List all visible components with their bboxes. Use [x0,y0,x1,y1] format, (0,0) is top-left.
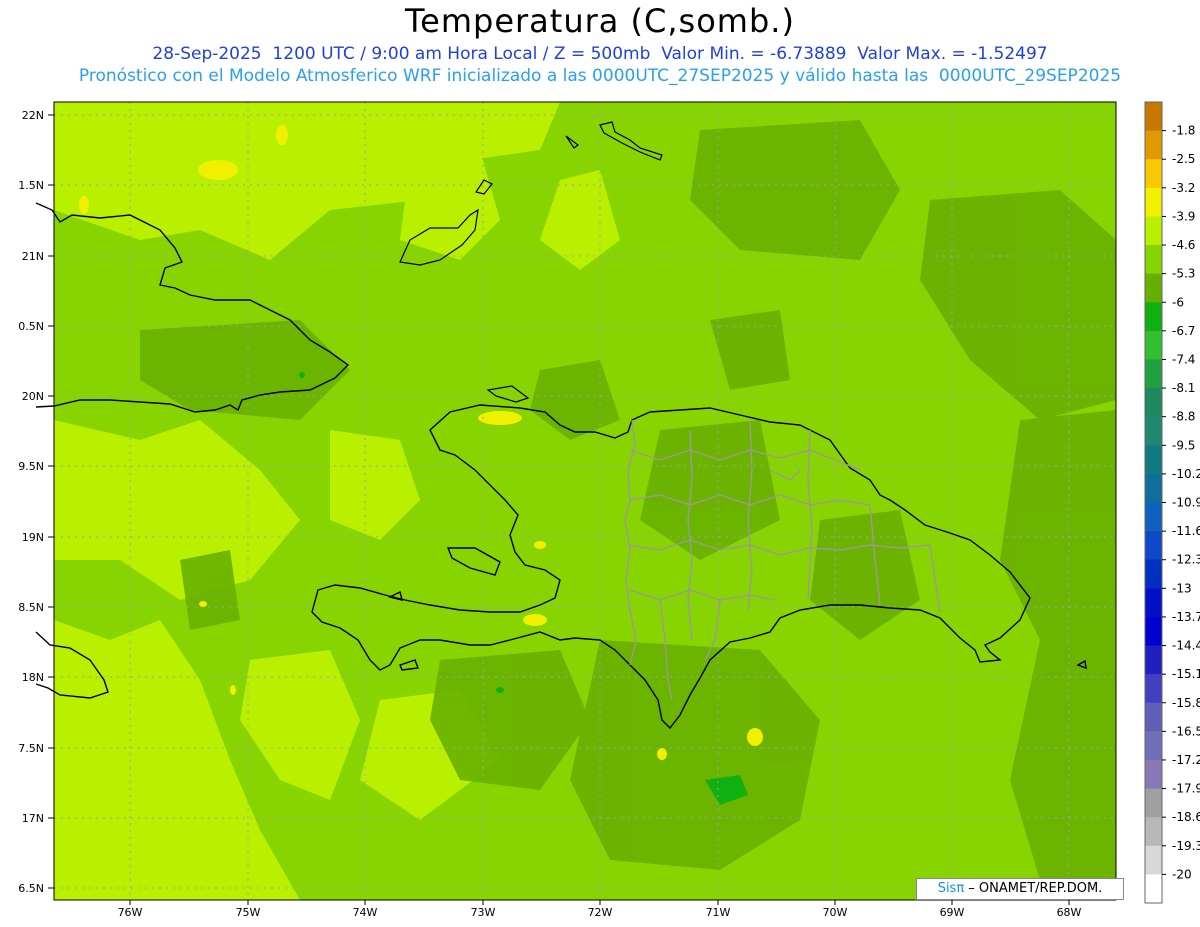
colorbar-swatch [1145,416,1162,446]
colorbar-swatch [1145,302,1162,332]
colorbar-label: -11.6 [1172,524,1200,538]
colorbar-swatch [1145,874,1162,904]
lat-tick-marks [48,114,54,889]
colorbar-label: -8.1 [1172,381,1195,395]
colorbar-label: -12.3 [1172,553,1200,567]
colorbar-label: -16.5 [1172,724,1200,738]
lat-tick: 0.5N [18,320,44,333]
lon-tick: 74W [353,906,378,919]
lat-tick: 1.5N [18,179,44,192]
colorbar-swatch [1145,216,1162,246]
lon-tick: 72W [588,906,613,919]
lon-tick: 75W [236,906,261,919]
colorbar-label: -9.5 [1172,438,1195,452]
colorbar-label: -18.6 [1172,810,1200,824]
colorbar-swatch [1145,788,1162,818]
lon-tick-marks [129,900,1070,905]
temperature-map: 22N 1.5N 21N 0.5N 20N 9.5N 19N 8.5N 18N … [18,101,1200,919]
colorbar-swatch [1145,559,1162,589]
colorbar-label: -2.5 [1172,152,1195,166]
colorbar-label: -4.6 [1172,238,1195,252]
colorbar-label: -1.8 [1172,124,1195,138]
colorbar-label: -15.1 [1172,667,1200,681]
colorbar-swatch [1145,273,1162,303]
colorbar-swatch [1145,330,1162,360]
colorbar-label: -7.4 [1172,352,1195,366]
colorbar-swatch [1145,731,1162,761]
colorbar-swatch [1145,845,1162,875]
credit-brand: Sisπ [937,881,965,896]
colorbar: -1.8 -2.5 -3.2 -3.9 -4.6 -5.3 -6 -6.7 -7.4 -8.1 -8… [1144,101,1200,904]
colorbar-swatch [1145,817,1162,847]
colorbar-swatch [1145,759,1162,790]
colorbar-swatch [1145,702,1162,732]
colorbar-label: -13.7 [1172,610,1200,624]
colorbar-label: -3.9 [1172,209,1195,223]
colorbar-label: -20 [1172,867,1192,881]
credit-box: Sisπ – ONAMET/REP.DOM. [916,878,1124,900]
lon-tick: 70W [823,906,848,919]
lat-tick: 9.5N [18,460,44,473]
colorbar-label: -14.4 [1172,639,1200,653]
colorbar-swatch [1145,645,1162,675]
lat-axis: 22N 1.5N 21N 0.5N 20N 9.5N 19N 8.5N 18N … [18,109,44,895]
colorbar-swatch [1145,445,1162,475]
colorbar-swatch [1145,531,1162,561]
colorbar-label: -13 [1172,581,1192,595]
lat-tick: 6.5N [18,882,44,895]
colorbar-swatch [1145,588,1162,618]
colorbar-label: -10.2 [1172,467,1200,481]
lat-tick: 22N [22,109,44,122]
lon-axis: 76W 75W 74W 73W 72W 71W 70W 69W 68W [118,906,1082,919]
colorbar-label: -17.9 [1172,782,1200,796]
lon-tick: 69W [940,906,965,919]
lat-tick: 20N [22,390,44,403]
colorbar-swatch [1145,159,1162,189]
colorbar-label: -10.9 [1172,496,1200,510]
colorbar-swatch [1145,674,1162,704]
colorbar-label: -19.3 [1172,839,1200,853]
credit-text: – ONAMET/REP.DOM. [964,881,1103,896]
colorbar-label: -6 [1172,295,1184,309]
lat-tick: 17N [22,812,44,825]
colorbar-label: -17.2 [1172,753,1200,767]
colorbar-swatch [1145,388,1162,418]
lon-tick: 68W [1057,906,1082,919]
colorbar-swatch [1145,616,1162,647]
lon-tick: 71W [706,906,731,919]
colorbar-label: -3.2 [1172,181,1195,195]
colorbar-swatch [1145,502,1162,532]
colorbar-label: -8.8 [1172,410,1195,424]
colorbar-swatch [1145,130,1162,160]
colorbar-label: -6.7 [1172,324,1195,338]
colorbar-swatch [1145,359,1162,389]
colorbar-swatch [1145,187,1162,217]
lat-tick: 8.5N [18,601,44,614]
lon-tick: 73W [471,906,496,919]
lat-tick: 7.5N [18,742,44,755]
lat-tick: 19N [22,531,44,544]
colorbar-label: -5.3 [1172,267,1195,281]
colorbar-swatch [1145,473,1162,503]
colorbar-swatch [1145,102,1162,132]
lon-tick: 76W [118,906,143,919]
lat-tick: 21N [22,250,44,263]
colorbar-swatch [1145,245,1162,275]
colorbar-label: -15.8 [1172,696,1200,710]
lat-tick: 18N [22,671,44,684]
